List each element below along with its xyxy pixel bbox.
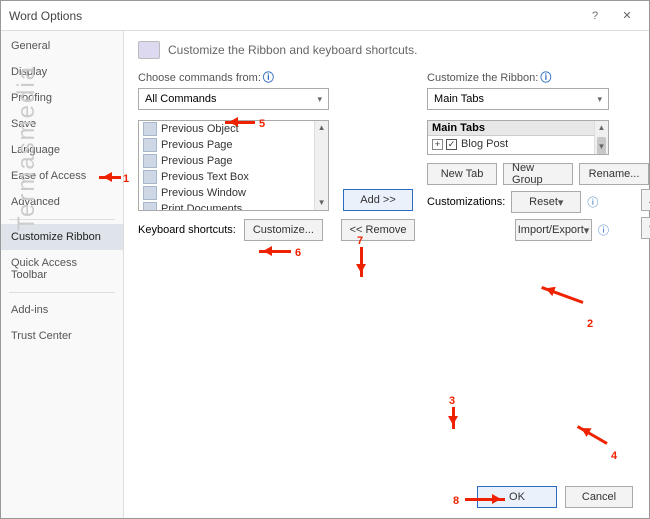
keyboard-shortcuts-label: Keyboard shortcuts: [138, 224, 236, 236]
command-item[interactable]: Previous Window [139, 185, 314, 201]
ribbon-column: Customize the Ribbon:ⓘ Main Tabs Main Ta… [427, 69, 637, 241]
command-item[interactable]: Print Documents... [139, 201, 314, 210]
move-up-button[interactable]: ▲ [641, 189, 650, 211]
tree-node[interactable]: +Blog Post [428, 136, 594, 152]
commands-listbox[interactable]: Previous ObjectPrevious PagePrevious Pag… [138, 120, 329, 211]
remove-button[interactable]: << Remove [341, 219, 416, 241]
reorder-buttons: ▲ ▼ [641, 189, 650, 239]
choose-commands-dropdown[interactable]: All Commands [138, 88, 329, 110]
tree-heading: Main Tabs [428, 121, 594, 136]
checkbox[interactable] [446, 139, 457, 150]
keyboard-customize-button[interactable]: Customize... [244, 219, 323, 241]
command-icon [143, 122, 157, 136]
dialog-footer: OK Cancel [477, 486, 633, 508]
tree-scrollbar[interactable]: ▲ ▼ [594, 121, 608, 154]
nav-item-save[interactable]: Save [1, 111, 123, 137]
customize-ribbon-label: Customize the Ribbon:ⓘ [427, 69, 609, 85]
reset-button[interactable]: Reset [511, 191, 581, 213]
command-icon [143, 186, 157, 200]
add-button[interactable]: Add >> [343, 189, 413, 211]
header-text: Customize the Ribbon and keyboard shortc… [168, 43, 417, 57]
nav-item-proofing[interactable]: Proofing [1, 85, 123, 111]
commands-scrollbar[interactable]: ▲ ▼ [314, 121, 328, 210]
nav-item-general[interactable]: General [1, 33, 123, 59]
ok-button[interactable]: OK [477, 486, 557, 508]
titlebar: Word Options ? ✕ [1, 1, 649, 31]
import-export-button[interactable]: Import/Export [515, 219, 592, 241]
command-item[interactable]: Previous Text Box [139, 169, 314, 185]
new-tab-button[interactable]: New Tab [427, 163, 497, 185]
command-item[interactable]: Previous Page [139, 137, 314, 153]
nav-item-customize-ribbon[interactable]: Customize Ribbon [1, 224, 123, 250]
command-icon [143, 138, 157, 152]
nav-item-advanced[interactable]: Advanced [1, 189, 123, 215]
expand-icon[interactable]: + [432, 139, 443, 150]
window-title: Word Options [9, 9, 82, 23]
customize-ribbon-dropdown[interactable]: Main Tabs [427, 88, 609, 110]
nav-item-ease-of-access[interactable]: Ease of Access [1, 163, 123, 189]
move-down-button[interactable]: ▼ [641, 217, 650, 239]
ribbon-icon [138, 41, 160, 59]
command-item[interactable]: Previous Object [139, 121, 314, 137]
transfer-buttons: Add >> << Remove [339, 69, 417, 241]
commands-column: Choose commands from:ⓘ All Commands Prev… [138, 69, 329, 241]
command-icon [143, 202, 157, 210]
command-icon [143, 154, 157, 168]
choose-commands-label: Choose commands from:ⓘ [138, 69, 329, 85]
command-item[interactable]: Previous Page [139, 153, 314, 169]
nav-item-quick-access-toolbar[interactable]: Quick Access Toolbar [1, 250, 123, 288]
main-panel: Customize the Ribbon and keyboard shortc… [124, 31, 649, 518]
keyboard-shortcuts-row: Keyboard shortcuts: Customize... [138, 219, 329, 241]
new-group-button[interactable]: New Group [503, 163, 573, 185]
ribbon-tree[interactable]: Main Tabs +Blog Post+Insert (Blog Post) +… [427, 120, 609, 155]
nav-item-language[interactable]: Language [1, 137, 123, 163]
command-icon [143, 170, 157, 184]
content: GeneralDisplayProofingSaveLanguageEase o… [1, 31, 649, 518]
rename-button[interactable]: Rename... [579, 163, 649, 185]
tree-node[interactable]: +Insert (Blog Post) [428, 152, 594, 154]
nav-item-add-ins[interactable]: Add-ins [1, 297, 123, 323]
cancel-button[interactable]: Cancel [565, 486, 633, 508]
close-button[interactable]: ✕ [609, 1, 645, 31]
nav-item-display[interactable]: Display [1, 59, 123, 85]
header: Customize the Ribbon and keyboard shortc… [138, 41, 637, 59]
customizations-label: Customizations: [427, 196, 505, 208]
nav-item-trust-center[interactable]: Trust Center [1, 323, 123, 349]
help-button[interactable]: ? [577, 1, 613, 31]
nav-sidebar: GeneralDisplayProofingSaveLanguageEase o… [1, 31, 124, 518]
